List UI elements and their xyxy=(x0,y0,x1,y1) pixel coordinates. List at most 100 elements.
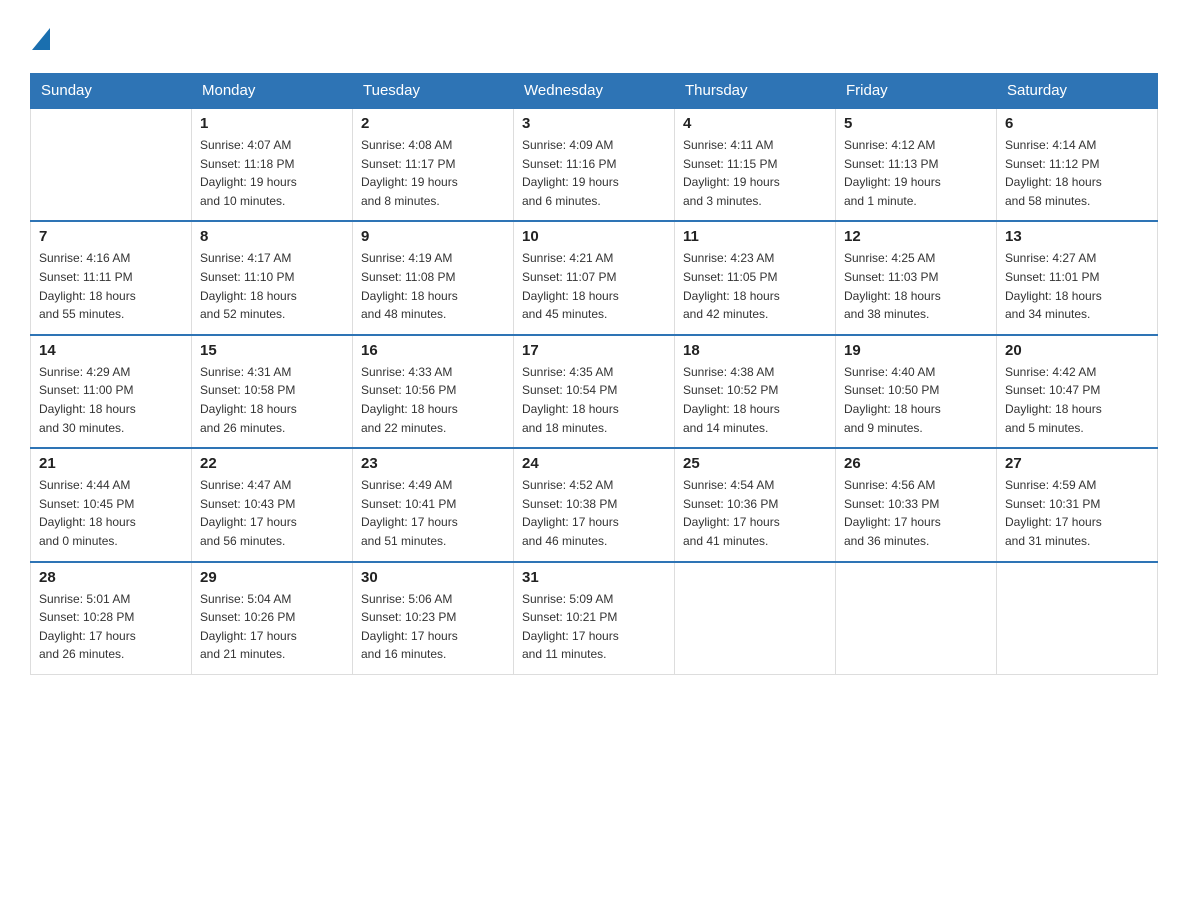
calendar-cell: 17 Sunrise: 4:35 AM Sunset: 10:54 PM Dayl… xyxy=(514,335,675,448)
day-number: 9 xyxy=(361,228,505,245)
day-info: Sunrise: 4:59 AM Sunset: 10:31 PM Daylig… xyxy=(1005,476,1149,550)
day-number: 16 xyxy=(361,342,505,359)
weekday-header-wednesday: Wednesday xyxy=(514,74,675,109)
day-info: Sunrise: 4:23 AM Sunset: 11:05 PM Daylig… xyxy=(683,249,827,323)
day-number: 24 xyxy=(522,455,666,472)
day-number: 29 xyxy=(200,569,344,586)
calendar-cell xyxy=(836,562,997,675)
day-info: Sunrise: 4:42 AM Sunset: 10:47 PM Daylig… xyxy=(1005,363,1149,437)
day-info: Sunrise: 4:21 AM Sunset: 11:07 PM Daylig… xyxy=(522,249,666,323)
day-info: Sunrise: 4:40 AM Sunset: 10:50 PM Daylig… xyxy=(844,363,988,437)
calendar-cell: 4 Sunrise: 4:11 AM Sunset: 11:15 PM Dayli… xyxy=(675,108,836,221)
day-number: 8 xyxy=(200,228,344,245)
day-number: 21 xyxy=(39,455,183,472)
day-number: 22 xyxy=(200,455,344,472)
day-info: Sunrise: 4:44 AM Sunset: 10:45 PM Daylig… xyxy=(39,476,183,550)
day-info: Sunrise: 4:14 AM Sunset: 11:12 PM Daylig… xyxy=(1005,136,1149,210)
calendar-week-row: 28 Sunrise: 5:01 AM Sunset: 10:28 PM Dayl… xyxy=(31,562,1158,675)
day-number: 14 xyxy=(39,342,183,359)
day-info: Sunrise: 4:35 AM Sunset: 10:54 PM Daylig… xyxy=(522,363,666,437)
calendar-cell: 24 Sunrise: 4:52 AM Sunset: 10:38 PM Dayl… xyxy=(514,448,675,561)
calendar-cell: 22 Sunrise: 4:47 AM Sunset: 10:43 PM Dayl… xyxy=(192,448,353,561)
calendar-cell: 2 Sunrise: 4:08 AM Sunset: 11:17 PM Dayli… xyxy=(353,108,514,221)
day-info: Sunrise: 4:09 AM Sunset: 11:16 PM Daylig… xyxy=(522,136,666,210)
day-number: 18 xyxy=(683,342,827,359)
calendar-cell: 15Sunrise: 4:31 AM Sunset: 10:58 PM Dayl… xyxy=(192,335,353,448)
calendar-cell xyxy=(997,562,1158,675)
calendar-cell: 16 Sunrise: 4:33 AM Sunset: 10:56 PM Dayl… xyxy=(353,335,514,448)
day-info: Sunrise: 4:25 AM Sunset: 11:03 PM Daylig… xyxy=(844,249,988,323)
calendar-cell: 29 Sunrise: 5:04 AM Sunset: 10:26 PM Dayl… xyxy=(192,562,353,675)
calendar-cell: 11 Sunrise: 4:23 AM Sunset: 11:05 PM Dayl… xyxy=(675,221,836,334)
calendar-week-row: 14 Sunrise: 4:29 AM Sunset: 11:00 PM Dayl… xyxy=(31,335,1158,448)
day-number: 26 xyxy=(844,455,988,472)
calendar-week-row: 21 Sunrise: 4:44 AM Sunset: 10:45 PM Dayl… xyxy=(31,448,1158,561)
weekday-header-friday: Friday xyxy=(836,74,997,109)
calendar-cell: 10 Sunrise: 4:21 AM Sunset: 11:07 PM Dayl… xyxy=(514,221,675,334)
day-info: Sunrise: 4:11 AM Sunset: 11:15 PM Daylig… xyxy=(683,136,827,210)
day-number: 10 xyxy=(522,228,666,245)
calendar-cell: 7Sunrise: 4:16 AM Sunset: 11:11 PM Dayli… xyxy=(31,221,192,334)
day-info: Sunrise: 4:52 AM Sunset: 10:38 PM Daylig… xyxy=(522,476,666,550)
day-number: 17 xyxy=(522,342,666,359)
day-info: Sunrise: 4:07 AM Sunset: 11:18 PM Daylig… xyxy=(200,136,344,210)
logo xyxy=(30,28,50,55)
day-info: Sunrise: 5:01 AM Sunset: 10:28 PM Daylig… xyxy=(39,590,183,664)
day-number: 3 xyxy=(522,115,666,132)
day-info: Sunrise: 5:06 AM Sunset: 10:23 PM Daylig… xyxy=(361,590,505,664)
logo-triangle-icon xyxy=(32,28,50,55)
calendar-cell: 25 Sunrise: 4:54 AM Sunset: 10:36 PM Dayl… xyxy=(675,448,836,561)
day-number: 20 xyxy=(1005,342,1149,359)
calendar-cell: 13 Sunrise: 4:27 AM Sunset: 11:01 PM Dayl… xyxy=(997,221,1158,334)
day-info: Sunrise: 4:16 AM Sunset: 11:11 PM Daylig… xyxy=(39,249,183,323)
weekday-header-monday: Monday xyxy=(192,74,353,109)
weekday-header-thursday: Thursday xyxy=(675,74,836,109)
day-info: Sunrise: 4:08 AM Sunset: 11:17 PM Daylig… xyxy=(361,136,505,210)
weekday-header-row: SundayMondayTuesdayWednesdayThursdayFrid… xyxy=(31,74,1158,109)
day-number: 2 xyxy=(361,115,505,132)
calendar-cell: 21 Sunrise: 4:44 AM Sunset: 10:45 PM Dayl… xyxy=(31,448,192,561)
calendar-cell: 20 Sunrise: 4:42 AM Sunset: 10:47 PM Dayl… xyxy=(997,335,1158,448)
day-info: Sunrise: 5:04 AM Sunset: 10:26 PM Daylig… xyxy=(200,590,344,664)
day-info: Sunrise: 4:29 AM Sunset: 11:00 PM Daylig… xyxy=(39,363,183,437)
calendar-cell: 31Sunrise: 5:09 AM Sunset: 10:21 PM Dayl… xyxy=(514,562,675,675)
calendar-cell: 18 Sunrise: 4:38 AM Sunset: 10:52 PM Dayl… xyxy=(675,335,836,448)
calendar-week-row: 7Sunrise: 4:16 AM Sunset: 11:11 PM Dayli… xyxy=(31,221,1158,334)
day-number: 11 xyxy=(683,228,827,245)
day-number: 5 xyxy=(844,115,988,132)
calendar-cell: 27 Sunrise: 4:59 AM Sunset: 10:31 PM Dayl… xyxy=(997,448,1158,561)
day-number: 13 xyxy=(1005,228,1149,245)
calendar-cell: 28 Sunrise: 5:01 AM Sunset: 10:28 PM Dayl… xyxy=(31,562,192,675)
day-info: Sunrise: 4:19 AM Sunset: 11:08 PM Daylig… xyxy=(361,249,505,323)
calendar-cell: 3 Sunrise: 4:09 AM Sunset: 11:16 PM Dayli… xyxy=(514,108,675,221)
calendar-week-row: 1 Sunrise: 4:07 AM Sunset: 11:18 PM Dayli… xyxy=(31,108,1158,221)
day-number: 25 xyxy=(683,455,827,472)
day-number: 15 xyxy=(200,342,344,359)
calendar-cell: 30 Sunrise: 5:06 AM Sunset: 10:23 PM Dayl… xyxy=(353,562,514,675)
day-number: 1 xyxy=(200,115,344,132)
day-number: 28 xyxy=(39,569,183,586)
day-number: 4 xyxy=(683,115,827,132)
weekday-header-tuesday: Tuesday xyxy=(353,74,514,109)
day-info: Sunrise: 4:54 AM Sunset: 10:36 PM Daylig… xyxy=(683,476,827,550)
calendar-cell: 26 Sunrise: 4:56 AM Sunset: 10:33 PM Dayl… xyxy=(836,448,997,561)
calendar-cell: 14 Sunrise: 4:29 AM Sunset: 11:00 PM Dayl… xyxy=(31,335,192,448)
day-number: 30 xyxy=(361,569,505,586)
day-number: 27 xyxy=(1005,455,1149,472)
calendar-cell xyxy=(31,108,192,221)
calendar-cell: 9 Sunrise: 4:19 AM Sunset: 11:08 PM Dayli… xyxy=(353,221,514,334)
day-info: Sunrise: 4:33 AM Sunset: 10:56 PM Daylig… xyxy=(361,363,505,437)
calendar-cell: 1 Sunrise: 4:07 AM Sunset: 11:18 PM Dayli… xyxy=(192,108,353,221)
calendar-cell: 19Sunrise: 4:40 AM Sunset: 10:50 PM Dayl… xyxy=(836,335,997,448)
day-info: Sunrise: 4:47 AM Sunset: 10:43 PM Daylig… xyxy=(200,476,344,550)
calendar-table: SundayMondayTuesdayWednesdayThursdayFrid… xyxy=(30,73,1158,675)
calendar-cell: 12Sunrise: 4:25 AM Sunset: 11:03 PM Dayl… xyxy=(836,221,997,334)
calendar-cell: 23Sunrise: 4:49 AM Sunset: 10:41 PM Dayl… xyxy=(353,448,514,561)
day-info: Sunrise: 4:56 AM Sunset: 10:33 PM Daylig… xyxy=(844,476,988,550)
day-info: Sunrise: 4:27 AM Sunset: 11:01 PM Daylig… xyxy=(1005,249,1149,323)
calendar-cell: 5 Sunrise: 4:12 AM Sunset: 11:13 PM Dayli… xyxy=(836,108,997,221)
weekday-header-sunday: Sunday xyxy=(31,74,192,109)
day-info: Sunrise: 4:12 AM Sunset: 11:13 PM Daylig… xyxy=(844,136,988,210)
day-info: Sunrise: 4:38 AM Sunset: 10:52 PM Daylig… xyxy=(683,363,827,437)
day-number: 31 xyxy=(522,569,666,586)
